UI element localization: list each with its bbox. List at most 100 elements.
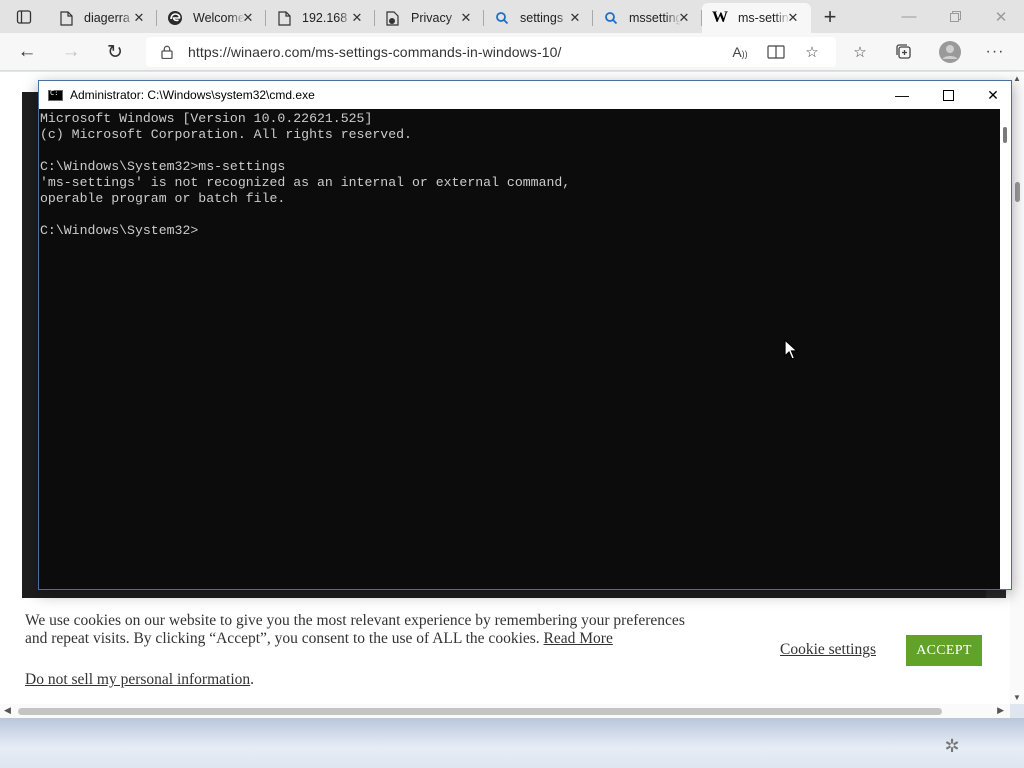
new-tab-button[interactable]: + — [816, 4, 844, 30]
search-icon — [603, 10, 619, 26]
avatar-icon — [939, 41, 961, 63]
tab-strip: diagerra ✕ Welcome ✕ 192.168 ✕ Privacy ✕… — [0, 0, 1024, 33]
tab-list: diagerra ✕ Welcome ✕ 192.168 ✕ Privacy ✕… — [48, 3, 811, 33]
tab-title: ms-settings — [738, 11, 790, 25]
tab-title: 192.168 — [302, 11, 348, 25]
page-horizontal-scrollbar[interactable]: ◀ ▶ — [0, 704, 1010, 718]
tab-title: Welcome — [193, 11, 245, 25]
tab-title: settings — [520, 11, 564, 25]
close-icon: ✕ — [242, 10, 254, 25]
scrollbar-thumb[interactable] — [18, 708, 942, 715]
read-aloud-button[interactable]: A)) — [725, 37, 755, 67]
lock-icon — [152, 45, 182, 59]
tab-actions-icon — [16, 9, 32, 24]
page-vertical-scrollbar[interactable]: ▲ ▼ — [1010, 72, 1024, 704]
collections-icon — [896, 44, 911, 59]
arrow-right-icon: → — [61, 41, 81, 62]
cmd-scrollbar[interactable] — [1000, 109, 1011, 589]
close-icon: ✕ — [678, 10, 690, 25]
refresh-icon: ↻ — [107, 41, 123, 63]
forward-button[interactable]: → — [56, 37, 86, 67]
cmd-close-button[interactable]: ✕ — [970, 81, 1016, 109]
minimize-icon: — — [901, 8, 917, 25]
cookie-banner: We use cookies on our website to give yo… — [0, 598, 1006, 704]
profile-button[interactable] — [935, 37, 965, 67]
cmd-title: Administrator: C:\Windows\system32\cmd.e… — [70, 88, 315, 102]
window-close-button[interactable]: ✕ — [978, 0, 1024, 33]
immersive-reader-icon — [767, 45, 785, 59]
scrollbar-thumb[interactable] — [1015, 182, 1020, 202]
plus-icon: + — [823, 4, 837, 29]
console-line: 'ms-settings' is not recognized as an in… — [40, 175, 571, 190]
url-text: https://winaero.com/ms-settings-commands… — [188, 44, 562, 60]
search-icon — [494, 10, 510, 26]
tab-close-button[interactable]: ✕ — [240, 10, 256, 26]
console-line: Microsoft Windows [Version 10.0.22621.52… — [40, 111, 373, 126]
back-button[interactable]: ← — [12, 37, 42, 67]
tab-settings[interactable]: settings ✕ — [484, 3, 593, 33]
tab-close-button[interactable]: ✕ — [785, 10, 801, 26]
scroll-down-icon[interactable]: ▼ — [1013, 693, 1021, 702]
close-icon: ✕ — [787, 10, 799, 25]
close-icon: ✕ — [569, 10, 581, 25]
cookie-message: We use cookies on our website to give yo… — [25, 612, 685, 648]
tab-ms-settings[interactable]: W ms-settings ✕ — [702, 3, 811, 33]
cookie-settings-link[interactable]: Cookie settings — [780, 641, 876, 659]
console-prompt: C:\Windows\System32> — [40, 223, 199, 238]
more-horizontal-icon: ··· — [985, 43, 1005, 60]
cmd-window: Administrator: C:\Windows\system32\cmd.e… — [38, 80, 1012, 590]
tab-192-168[interactable]: 192.168 ✕ — [266, 3, 375, 33]
cmd-minimize-button[interactable]: — — [879, 81, 925, 109]
tab-close-button[interactable]: ✕ — [349, 10, 365, 26]
read-more-link[interactable]: Read More — [544, 630, 613, 647]
cmd-title-bar[interactable]: Administrator: C:\Windows\system32\cmd.e… — [39, 81, 1011, 109]
tab-close-button[interactable]: ✕ — [567, 10, 583, 26]
arrow-left-icon: ← — [17, 41, 37, 62]
favorites-star-icon: ☆ — [853, 44, 867, 61]
desktop-background: ✲ — [0, 718, 1024, 768]
tab-privacy[interactable]: Privacy ✕ — [375, 3, 484, 33]
tab-close-button[interactable]: ✕ — [131, 10, 147, 26]
page-icon — [276, 10, 292, 26]
console-output[interactable]: Microsoft Windows [Version 10.0.22621.52… — [39, 109, 999, 589]
tab-diagerra[interactable]: diagerra ✕ — [48, 3, 157, 33]
refresh-button[interactable]: ↻ — [100, 37, 130, 67]
maximize-icon — [942, 89, 954, 101]
immersive-reader-button[interactable] — [761, 37, 791, 67]
do-not-sell-link[interactable]: Do not sell my personal information — [25, 671, 250, 688]
address-bar-row: ← → ↻ https://winaero.com/ms-settings-co… — [0, 33, 1024, 71]
tab-mssettings[interactable]: mssettings ✕ — [593, 3, 702, 33]
settings-more-button[interactable]: ··· — [980, 37, 1010, 67]
close-icon: ✕ — [351, 10, 363, 25]
tab-close-button[interactable]: ✕ — [458, 10, 474, 26]
minimize-button[interactable]: — — [886, 0, 932, 33]
console-line: (c) Microsoft Corporation. All rights re… — [40, 127, 412, 142]
tab-close-button[interactable]: ✕ — [676, 10, 692, 26]
close-icon: ✕ — [994, 8, 1008, 26]
cmd-maximize-button[interactable] — [925, 81, 971, 109]
restore-button[interactable] — [932, 0, 978, 33]
tab-actions-button[interactable] — [7, 0, 41, 33]
star-plus-icon: ☆ — [805, 44, 819, 61]
do-not-sell-suffix: . — [250, 671, 255, 688]
collections-button[interactable] — [889, 37, 919, 67]
close-icon: ✕ — [460, 10, 472, 25]
close-icon: ✕ — [987, 86, 999, 103]
tab-welcome[interactable]: Welcome ✕ — [157, 3, 266, 33]
scroll-left-icon[interactable]: ◀ — [4, 705, 11, 716]
scrollbar-thumb[interactable] — [1003, 127, 1007, 143]
accept-button[interactable]: ACCEPT — [906, 635, 982, 666]
read-aloud-icon: A)) — [732, 44, 748, 60]
accessibility-icon[interactable]: ✲ — [940, 734, 964, 758]
tab-title: mssettings — [629, 11, 681, 25]
console-line: C:\Windows\System32>ms-settings — [40, 159, 286, 174]
add-favorite-button[interactable]: ☆ — [797, 37, 827, 67]
favorites-button[interactable]: ☆ — [845, 37, 875, 67]
do-not-sell-row: Do not sell my personal information. — [25, 671, 254, 689]
tab-title: diagerra — [84, 11, 130, 25]
edge-icon — [167, 10, 183, 26]
scroll-right-icon[interactable]: ▶ — [997, 705, 1004, 716]
winaero-w-icon: W — [712, 9, 728, 26]
